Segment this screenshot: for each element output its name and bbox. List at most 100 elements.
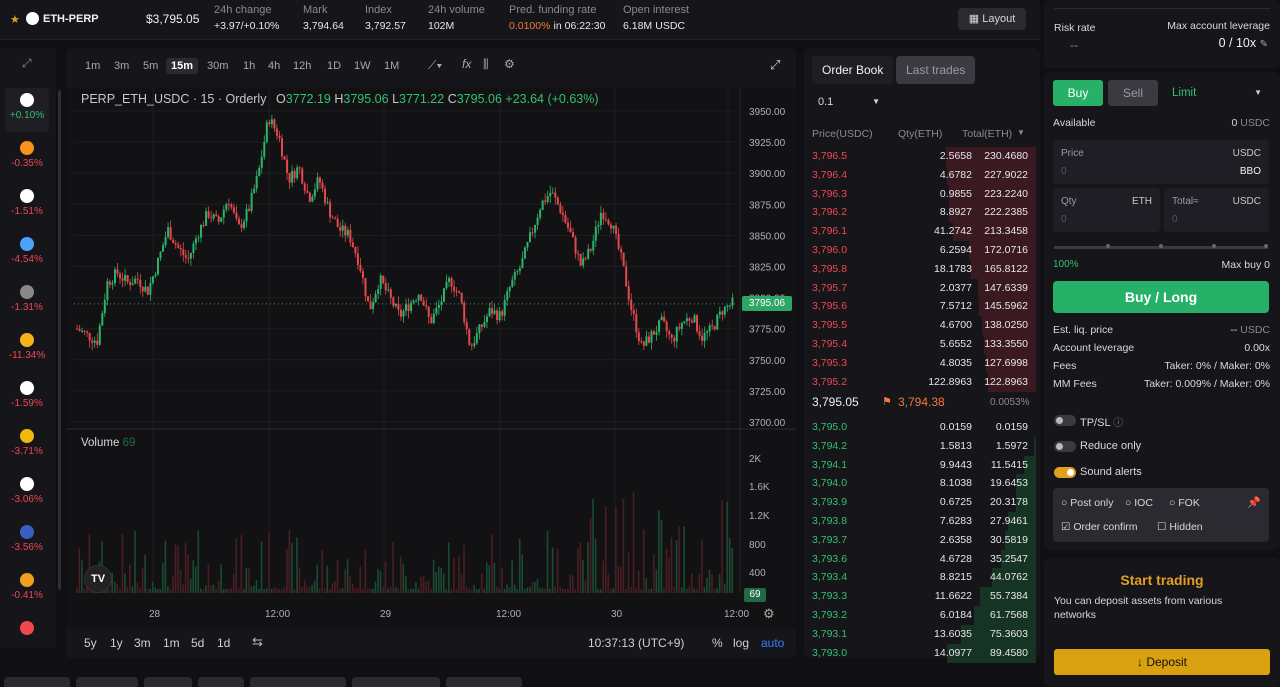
ask-row[interactable]: 3,795.5 4.6700 138.0250 [804,316,1040,336]
bid-row[interactable]: 3,794.1 9.9443 11.5415 [804,455,1040,475]
chart-settings-icon[interactable]: ⚙ [504,57,515,71]
total-field[interactable]: Total≈ 0 USDC [1164,188,1269,232]
range-3m[interactable]: 3m [134,636,151,650]
bid-row[interactable]: 3,794.2 1.5813 1.5972 [804,436,1040,456]
bottom-tab-4[interactable] [198,677,244,687]
market-item[interactable]: -0.41% [5,568,49,612]
ask-row[interactable]: 3,795.2 122.8963 122.8963 [804,372,1040,392]
market-item[interactable]: -1.51% [5,184,49,228]
qty-field[interactable]: Qty 0 ETH [1053,188,1160,232]
bid-row[interactable]: 3,793.1 13.6035 75.3603 [804,624,1040,644]
buy-long-button[interactable]: Buy / Long [1053,281,1269,313]
bid-row[interactable]: 3,793.2 6.0184 61.7568 [804,606,1040,625]
symbol-selector[interactable]: ETH-PERP [43,13,99,25]
price-field[interactable]: Price 0 USDC BBO [1053,140,1269,184]
bid-row[interactable]: 3,793.3 11.6622 55.7384 [804,587,1040,607]
auto-scale-toggle[interactable]: auto [761,636,784,650]
fx-indicators-icon[interactable]: fx [462,57,471,71]
market-item[interactable]: +0.10% [5,88,49,132]
timeframe-1W[interactable]: 1W [349,58,376,74]
sell-tab[interactable]: Sell [1108,80,1158,106]
axis-settings-icon[interactable]: ⚙ [763,606,775,622]
candlestick-chart[interactable]: 3950.00 3925.00 3900.00 3875.00 3850.00 3825.… [66,88,796,628]
market-item[interactable]: -1.31% [5,280,49,324]
timeframe-15m[interactable]: 15m [166,58,199,74]
tab-order-book[interactable]: Order Book [812,56,894,84]
ask-row[interactable]: 3,796.1 41.2742 213.3458 [804,222,1040,242]
bid-row[interactable]: 3,793.4 8.8215 44.0762 [804,568,1040,588]
pin-icon[interactable]: 📌 [1247,496,1261,509]
ask-row[interactable]: 3,795.4 5.6552 133.3550 [804,335,1040,354]
bid-row[interactable]: 3,795.0 0.0159 0.0159 [804,418,1040,437]
ask-row[interactable]: 3,796.5 2.5658 230.4680 [804,147,1040,166]
rail-scrollbar[interactable] [58,90,61,590]
market-item[interactable]: -3.71% [5,424,49,468]
bottom-tab-7[interactable] [446,677,522,687]
timeframe-4h[interactable]: 4h [263,58,285,74]
bid-row[interactable]: 3,793.7 2.6358 30.5819 [804,530,1040,550]
market-item[interactable]: -3.56% [5,520,49,564]
layout-button[interactable]: ▦ Layout [958,8,1026,30]
max-leverage-value[interactable]: 0 / 10x ✎ [1219,36,1268,50]
timeframe-1h[interactable]: 1h [238,58,260,74]
qty-slider[interactable] [1054,244,1268,249]
bottom-tab-3[interactable] [144,677,192,687]
buy-tab[interactable]: Buy [1053,80,1103,106]
log-scale-toggle[interactable]: log [733,636,749,650]
ask-row[interactable]: 3,796.0 6.2594 172.0716 [804,241,1040,260]
timeframe-1M[interactable]: 1M [379,58,404,74]
expand-icon[interactable]: ⤢ [22,56,32,71]
tpsl-toggle[interactable] [1054,415,1076,426]
ask-row[interactable]: 3,795.8 18.1783 165.8122 [804,259,1040,279]
bid-row[interactable]: 3,793.8 7.6283 27.9461 [804,512,1040,531]
ask-row[interactable]: 3,796.3 0.9855 223.2240 [804,184,1040,204]
range-1y[interactable]: 1y [110,636,123,650]
market-item[interactable] [5,616,49,660]
timeframe-1m[interactable]: 1m [80,58,105,74]
market-item[interactable]: -1.59% [5,376,49,420]
percent-scale-toggle[interactable]: % [712,636,723,650]
bottom-tab-5[interactable] [250,677,346,687]
bbo-button[interactable]: BBO [1240,166,1261,177]
ask-row[interactable]: 3,795.3 4.8035 127.6998 [804,353,1040,373]
market-item[interactable]: -11.34% [5,328,49,372]
market-item[interactable]: -4.54% [5,232,49,276]
market-item[interactable]: -3.06% [5,472,49,516]
timeframe-1D[interactable]: 1D [322,58,346,74]
fullscreen-icon[interactable]: ⤢ [770,57,780,73]
range-1d[interactable]: 1d [217,636,230,650]
candle-type-icon[interactable]: ⫼ [483,57,489,72]
market-item[interactable]: -0.35% [5,136,49,180]
deposit-button[interactable]: ↓ Deposit [1054,649,1270,675]
timeframe-30m[interactable]: 30m [202,58,233,74]
tab-last-trades[interactable]: Last trades [896,56,976,84]
goto-date-icon[interactable]: ⇆ [252,634,263,650]
favorite-star-icon[interactable]: ★ [10,13,20,26]
hidden-checkbox[interactable]: ☐ Hidden [1157,521,1203,533]
bid-row[interactable]: 3,793.0 14.0977 89.4580 [804,643,1040,663]
range-5d[interactable]: 5d [191,636,204,650]
bottom-tab-2[interactable] [76,677,138,687]
ask-row[interactable]: 3,795.6 7.5712 145.5962 [804,297,1040,317]
ioc-radio[interactable]: ○ IOC [1125,497,1153,509]
range-1m[interactable]: 1m [163,636,180,650]
timeframe-3m[interactable]: 3m [109,58,134,74]
reduce-only-toggle[interactable] [1054,441,1076,452]
ask-row[interactable]: 3,796.4 4.6782 227.9022 [804,165,1040,185]
timeframe-12h[interactable]: 12h [288,58,316,74]
post-only-radio[interactable]: ○ Post only [1061,497,1113,509]
indicator-line-icon[interactable]: ⟋▾ [428,58,442,73]
ask-row[interactable]: 3,795.7 2.0377 147.6339 [804,278,1040,298]
bottom-tab-6[interactable] [352,677,440,687]
precision-select[interactable]: 0.1 ▼ [812,92,884,112]
timeframe-5m[interactable]: 5m [138,58,163,74]
range-5y[interactable]: 5y [84,636,97,650]
order-type-select[interactable]: Limit ▼ [1162,80,1270,106]
ask-row[interactable]: 3,796.2 8.8927 222.2385 [804,203,1040,223]
bottom-tab-1[interactable] [4,677,70,687]
bid-row[interactable]: 3,794.0 8.1038 19.6453 [804,474,1040,494]
sort-icon[interactable]: ▼ [1017,128,1025,137]
bid-row[interactable]: 3,793.6 4.6728 35.2547 [804,549,1040,569]
order-confirm-checkbox[interactable]: ☑ Order confirm [1061,521,1138,533]
fok-radio[interactable]: ○ FOK [1169,497,1200,509]
